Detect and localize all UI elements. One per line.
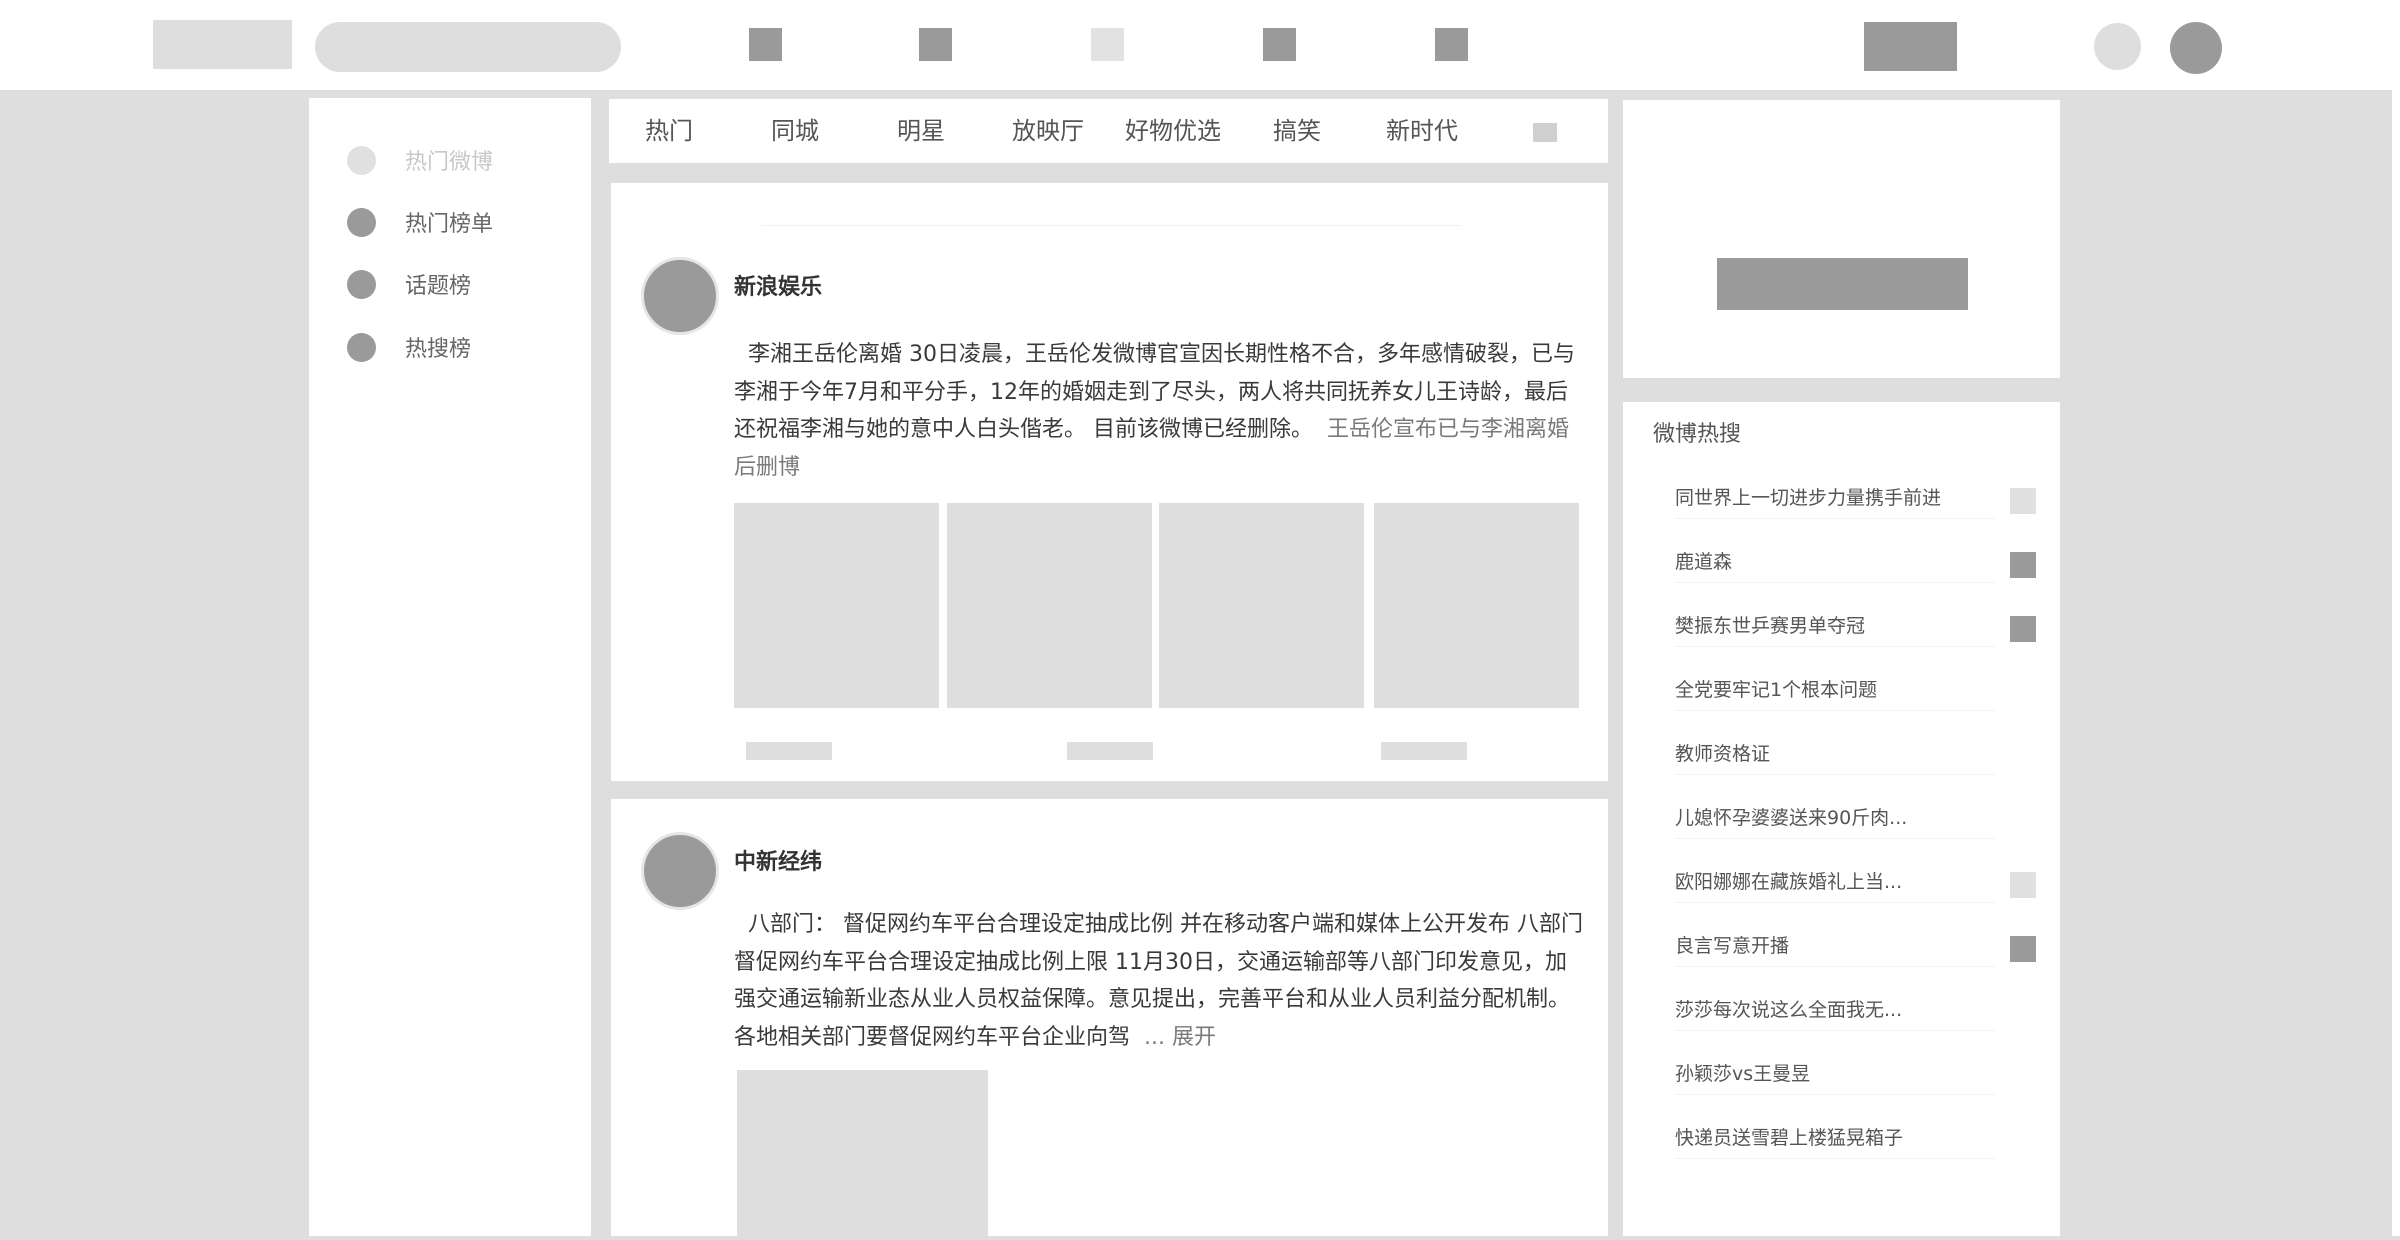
divider [1675,518,1995,519]
sidebar-item-label: 热门微博 [405,150,494,175]
post-image[interactable] [734,503,939,708]
divider [1675,710,1995,711]
page-edge-strip [2392,0,2400,1236]
sidebar-item-hot-list[interactable]: 热门榜单 [347,202,577,242]
hot-search-item[interactable]: 莎莎每次说这么全面我无... [1675,990,2045,1031]
hot-search-item[interactable]: 欧阳娜娜在藏族婚礼上当... [1675,862,2045,903]
hot-search-item-text: 莎莎每次说这么全面我无... [1675,999,1903,1021]
hot-search-item[interactable]: 鹿道森 [1675,542,2045,583]
dot-icon [347,269,376,299]
sidebar-item-hot-search[interactable]: 热搜榜 [347,327,577,367]
divider [761,225,1461,226]
dot-icon [347,332,376,362]
nav-video-icon[interactable] [919,28,952,61]
hot-search-item-text: 鹿道森 [1675,551,1733,573]
hot-badge-icon [2010,936,2036,962]
left-sidebar: 热门微博 热门榜单 话题榜 热搜榜 [309,98,591,1236]
author-avatar[interactable] [641,832,719,910]
expand-link[interactable]: ... 展开 [1144,1025,1216,1050]
more-tabs-icon[interactable] [1533,123,1557,142]
hot-search-item-text: 孙颖莎vs王曼昱 [1675,1063,1811,1085]
author-name[interactable]: 新浪娱乐 [734,269,822,301]
search-input[interactable] [315,22,621,72]
dot-icon [347,145,376,175]
divider [1675,646,1995,647]
like-button[interactable] [1381,742,1467,760]
hot-search-item-text: 欧阳娜娜在藏族婚礼上当... [1675,871,1903,893]
tab-cinema[interactable]: 放映厅 [1012,99,1084,163]
dot-icon [347,207,376,237]
tab-hot[interactable]: 热门 [645,99,693,163]
hot-search-title: 微博热搜 [1653,422,1742,447]
hot-search-item[interactable]: 快递员送雪碧上楼猛晃箱子 [1675,1118,2045,1159]
hot-badge-icon [2010,552,2036,578]
tab-funny[interactable]: 搞笑 [1273,99,1321,163]
feed-tab-bar: 热门 同城 明星 放映厅 好物优选 搞笑 新时代 [609,99,1608,163]
divider [1675,582,1995,583]
logo-placeholder[interactable] [153,20,292,69]
tab-local[interactable]: 同城 [771,99,819,163]
divider [1675,1030,1995,1031]
sidebar-item-hot-weibo[interactable]: 热门微博 [347,140,577,180]
tab-new-era[interactable]: 新时代 [1386,99,1458,163]
tab-stars[interactable]: 明星 [897,99,945,163]
post-image[interactable] [737,1070,988,1240]
author-avatar[interactable] [641,257,719,335]
hot-search-item[interactable]: 孙颖莎vs王曼昱 [1675,1054,2045,1095]
nav-game-icon[interactable] [1263,28,1296,61]
sidebar-item-label: 话题榜 [405,274,472,299]
hot-search-item-text: 儿媳怀孕婆婆送来90斤肉... [1675,807,1908,829]
author-name[interactable]: 中新经纬 [734,844,822,876]
hot-badge-icon [2010,616,2036,642]
write-post-button[interactable] [1864,22,1957,71]
user-avatar[interactable] [2170,22,2222,74]
hot-search-item[interactable]: 教师资格证 [1675,734,2045,775]
divider [1675,1094,1995,1095]
post-text: 八部门： 督促网约车平台合理设定抽成比例 并在移动客户端和媒体上公开发布 八部门… [734,906,1584,1056]
nav-profile-icon[interactable] [1435,28,1468,61]
nav-discover-icon[interactable] [1091,28,1124,61]
hot-search-item-text: 良言写意开播 [1675,935,1790,957]
nav-home-icon[interactable] [749,28,782,61]
hot-search-item[interactable]: 儿媳怀孕婆婆送来90斤肉... [1675,798,2045,839]
top-header [0,0,2392,90]
hot-search-item[interactable]: 全党要牢记1个根本问题 [1675,670,2045,711]
post-image[interactable] [947,503,1152,708]
divider [1675,966,1995,967]
divider [1675,902,1995,903]
post-card: 中新经纬 八部门： 督促网约车平台合理设定抽成比例 并在移动客户端和媒体上公开发… [611,799,1608,1240]
divider [1675,774,1995,775]
hot-search-item[interactable]: 良言写意开播 [1675,926,2045,967]
hot-search-item[interactable]: 同世界上一切进步力量携手前进 [1675,478,2045,519]
comment-button[interactable] [1067,742,1153,760]
divider [1675,1158,1995,1159]
tab-goods[interactable]: 好物优选 [1125,99,1221,163]
message-icon[interactable] [2094,23,2141,70]
post-card: 新浪娱乐 李湘王岳伦离婚 30日凌晨，王岳伦发微博官宣因长期性格不合，多年感情破… [611,183,1608,781]
sidebar-item-label: 热门榜单 [405,212,494,237]
sidebar-item-label: 热搜榜 [405,337,472,362]
hot-search-item[interactable]: 樊振东世乒赛男单夺冠 [1675,606,2045,647]
hot-search-item-text: 快递员送雪碧上楼猛晃箱子 [1675,1127,1904,1149]
login-button[interactable] [1717,258,1968,310]
login-panel [1623,100,2060,378]
post-text: 李湘王岳伦离婚 30日凌晨，王岳伦发微博官宣因长期性格不合，多年感情破裂，已与李… [734,336,1584,486]
divider [1675,838,1995,839]
sidebar-item-topics[interactable]: 话题榜 [347,264,577,304]
hot-search-item-text: 樊振东世乒赛男单夺冠 [1675,615,1866,637]
hot-search-panel: 微博热搜 同世界上一切进步力量携手前进 鹿道森樊振东世乒赛男单夺冠 全党要牢记1个根… [1623,402,2060,1236]
hot-badge-icon [2010,872,2036,898]
repost-button[interactable] [746,742,832,760]
post-image[interactable] [1374,503,1579,708]
hot-search-item-text: 教师资格证 [1675,743,1771,765]
hot-search-item-text: 全党要牢记1个根本问题 [1675,679,1878,701]
hot-search-item-text: 同世界上一切进步力量携手前进 [1675,487,1942,509]
post-image[interactable] [1159,503,1364,708]
hot-badge-icon [2010,488,2036,514]
